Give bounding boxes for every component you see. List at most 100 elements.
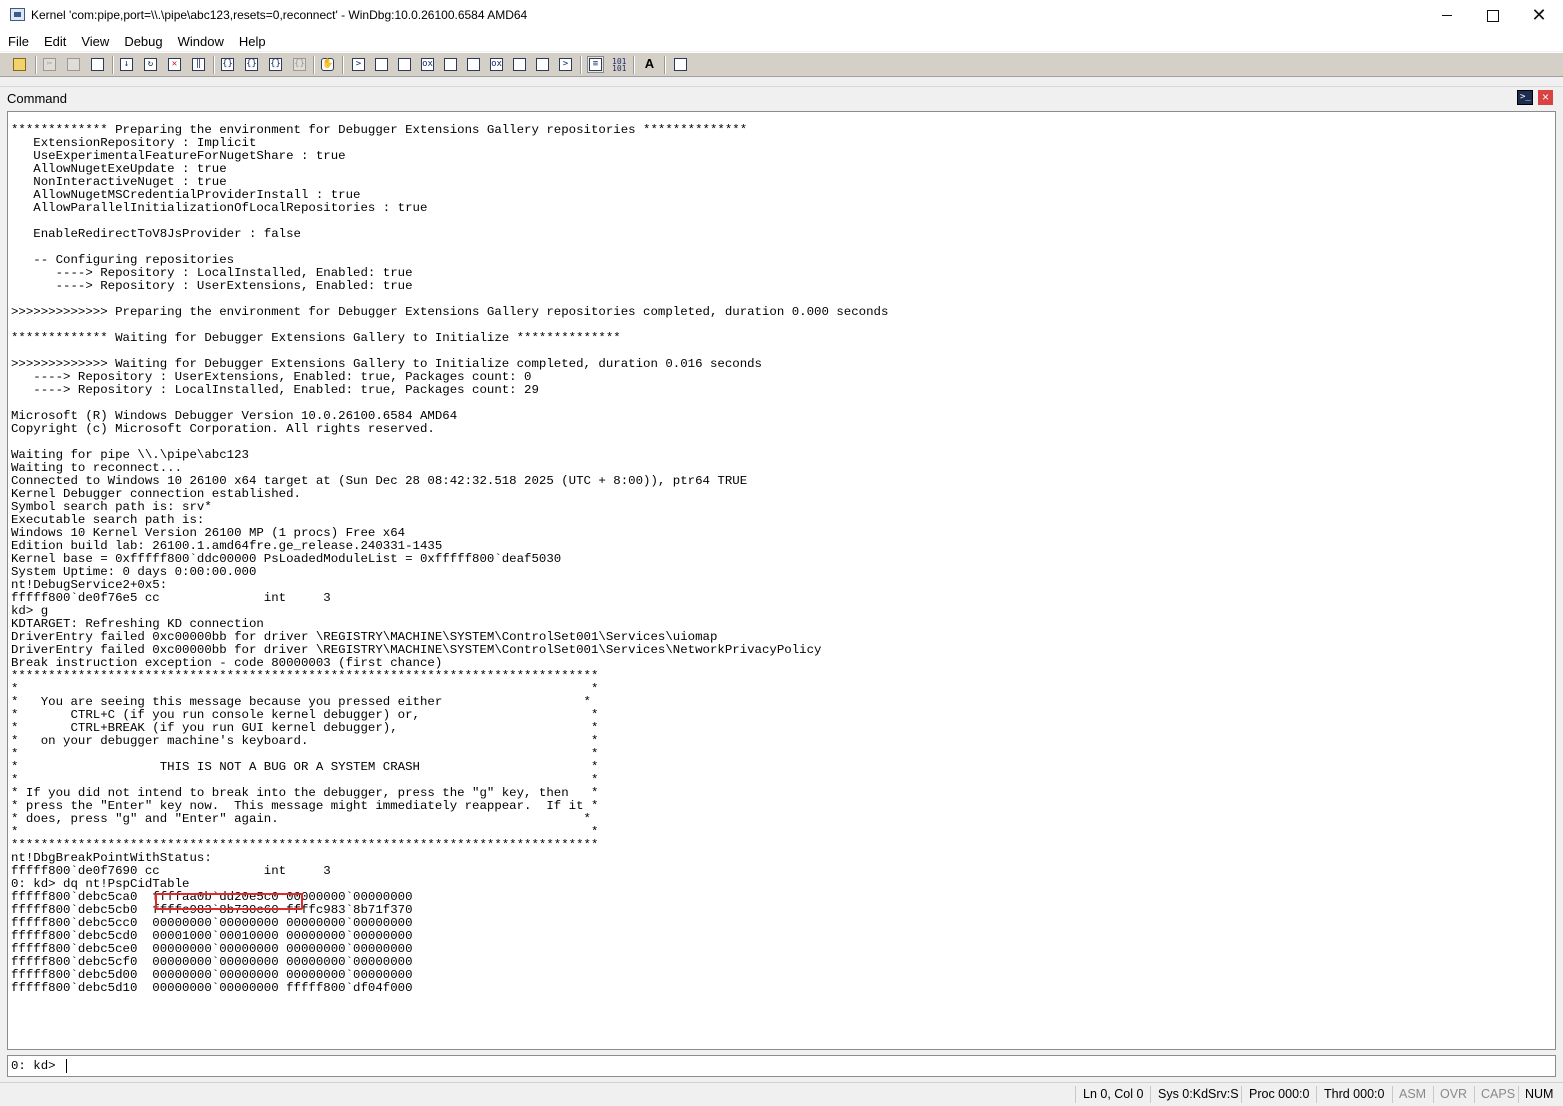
step-out-button[interactable]: {}	[267, 56, 284, 73]
status-proc: Proc 000:0	[1249, 1087, 1310, 1101]
output-line: AllowParallelInitializationOfLocalReposi…	[11, 201, 428, 215]
menu-file[interactable]: File	[0, 31, 36, 51]
status-separator	[1075, 1086, 1076, 1103]
output-line: ************* Waiting for Debugger Exten…	[11, 331, 621, 345]
hex-mode-button[interactable]: 101 101	[610, 56, 627, 73]
status-position: Ln 0, Col 0	[1083, 1087, 1144, 1101]
status-separator	[1433, 1086, 1434, 1103]
window-title: Kernel 'com:pipe,port=\\.\pipe\abc123,re…	[31, 8, 528, 22]
menu-window[interactable]: Window	[170, 31, 231, 51]
command-output[interactable]: ************* Preparing the environment …	[7, 111, 1556, 1050]
output-line: fffff800`debc5d10 00000000`00000000 ffff…	[11, 981, 413, 995]
copy-icon	[67, 58, 80, 71]
insert-breakpoint-button[interactable]: ✋	[319, 56, 336, 73]
scratch-pad-button[interactable]	[511, 56, 528, 73]
hex-mode-icon: 101 101	[612, 57, 627, 73]
cut-button[interactable]: ✂	[41, 56, 58, 73]
processes-threads-icon	[536, 58, 549, 71]
status-num: NUM	[1525, 1087, 1554, 1101]
command-window-icon: >	[352, 58, 365, 71]
step-over-button[interactable]: {}	[243, 56, 260, 73]
memory-window-icon	[444, 58, 457, 71]
toolbar-separator	[633, 56, 635, 74]
break-button[interactable]: ‖	[190, 56, 207, 73]
output-line: ----> Repository : LocalInstalled, Enabl…	[11, 383, 539, 397]
go-icon: ↓	[120, 58, 133, 71]
menu-help[interactable]: Help	[231, 31, 273, 51]
maximize-button[interactable]	[1470, 0, 1516, 31]
options-icon	[674, 58, 687, 71]
paste-icon	[91, 58, 104, 71]
restart-icon: ↻	[144, 58, 157, 71]
memory-window-button[interactable]	[442, 56, 459, 73]
scratch-pad-icon	[513, 58, 526, 71]
output-line: fffff800`de0f76e5 cc int 3	[11, 591, 331, 605]
run-to-cursor-button[interactable]: {}	[291, 56, 308, 73]
status-separator	[1316, 1086, 1317, 1103]
menu-edit[interactable]: Edit	[36, 31, 73, 51]
command-prompt: 0: kd>	[11, 1059, 56, 1073]
command-pane-header: Command >_ ×	[0, 86, 1563, 111]
status-caps: CAPS	[1481, 1087, 1516, 1101]
status-bar: Ln 0, Col 0 Sys 0:KdSrv:S Proc 000:0 Thr…	[0, 1082, 1563, 1106]
status-separator	[1392, 1086, 1393, 1103]
step-into-button[interactable]: {}	[219, 56, 236, 73]
text-caret	[66, 1059, 67, 1073]
cut-icon: ✂	[43, 58, 56, 71]
locals-window-icon	[398, 58, 411, 71]
output-window-button[interactable]: >	[557, 56, 574, 73]
open-button[interactable]	[11, 56, 28, 73]
command-window-button[interactable]: >	[350, 56, 367, 73]
paste-button[interactable]	[89, 56, 106, 73]
source-mode-button[interactable]: ≡	[587, 56, 604, 73]
command-prompt-icon[interactable]: >_	[1517, 90, 1533, 105]
command-input-row: 0: kd>	[7, 1055, 1556, 1077]
toolbar-separator	[342, 56, 344, 74]
font-icon: A	[644, 56, 655, 71]
command-input[interactable]	[65, 1058, 1545, 1074]
minimize-icon	[1442, 15, 1452, 16]
output-line: EnableRedirectToV8JsProvider : false	[11, 227, 301, 241]
close-pane-button[interactable]: ×	[1538, 90, 1553, 105]
minimize-button[interactable]	[1424, 0, 1470, 31]
break-icon: ‖	[192, 58, 205, 71]
restart-button[interactable]: ↻	[142, 56, 159, 73]
insert-breakpoint-icon: ✋	[321, 58, 334, 71]
locals-window-button[interactable]	[396, 56, 413, 73]
font-button[interactable]: A	[641, 56, 658, 73]
status-separator	[1518, 1086, 1519, 1103]
go-button[interactable]: ↓	[118, 56, 135, 73]
toolbar-separator	[664, 56, 666, 74]
output-line: Copyright (c) Microsoft Corporation. All…	[11, 422, 435, 436]
watch-window-button[interactable]	[373, 56, 390, 73]
call-stack-button[interactable]	[465, 56, 482, 73]
toolbar-separator	[313, 56, 315, 74]
toolbar-separator	[112, 56, 114, 74]
registers-window-button[interactable]: ox	[419, 56, 436, 73]
status-ovr: OVR	[1440, 1087, 1468, 1101]
toolbar-separator	[213, 56, 215, 74]
windbg-app-icon	[10, 8, 25, 21]
output-window-icon: >	[559, 58, 572, 71]
disassembly-button[interactable]: ox	[488, 56, 505, 73]
toolbar-separator	[580, 56, 582, 74]
stop-debugging-icon: ✕	[168, 58, 181, 71]
status-thrd: Thrd 000:0	[1324, 1087, 1385, 1101]
status-separator	[1474, 1086, 1475, 1103]
menu-debug[interactable]: Debug	[116, 31, 169, 51]
step-over-icon: {}	[245, 58, 258, 71]
maximize-icon	[1487, 9, 1499, 22]
processes-threads-button[interactable]	[534, 56, 551, 73]
stop-debugging-button[interactable]: ✕	[166, 56, 183, 73]
toolbar: ✂ ↓ ↻ ✕ ‖ {} {} {} {} ✋ > ox ox > ≡ 101 1…	[0, 52, 1563, 77]
status-asm: ASM	[1399, 1087, 1427, 1101]
options-button[interactable]	[672, 56, 689, 73]
status-separator	[1241, 1086, 1242, 1103]
source-mode-icon: ≡	[589, 58, 602, 71]
status-sys: Sys 0:KdSrv:S	[1158, 1087, 1239, 1101]
copy-button[interactable]	[65, 56, 82, 73]
menu-bar: File Edit View Debug Window Help	[0, 31, 1563, 51]
step-out-icon: {}	[269, 58, 282, 71]
close-window-button[interactable]: ✕	[1516, 0, 1562, 31]
menu-view[interactable]: View	[73, 31, 116, 51]
